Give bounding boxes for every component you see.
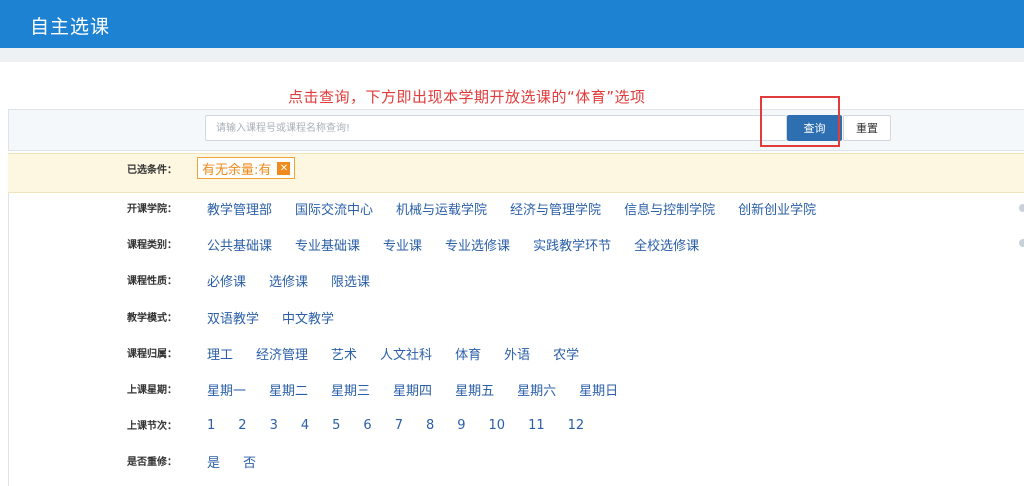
filter-option[interactable]: 3 <box>270 418 278 433</box>
filter-option[interactable]: 外语 <box>504 344 530 363</box>
filter-option[interactable]: 星期日 <box>579 380 618 399</box>
filter-option[interactable]: 星期五 <box>455 380 494 399</box>
query-button[interactable]: 查询 <box>787 115 842 141</box>
filter-row: 课程性质： 必修课 选修课 限选课 <box>0 268 1024 292</box>
filter-options: 教学管理部 国际交流中心 机械与运载学院 经济与管理学院 信息与控制学院 创新创业学院 <box>207 196 839 220</box>
filter-option[interactable]: 中文教学 <box>282 308 334 327</box>
page-title: 自主选课 <box>30 16 111 38</box>
selected-conditions-label: 已选条件： <box>127 165 177 176</box>
filter-option[interactable]: 专业基础课 <box>295 235 360 254</box>
filter-option[interactable]: 12 <box>568 418 585 433</box>
filter-options: 是否 <box>207 449 279 473</box>
filter-row: 课程归属： 理工 经济管理 艺术 人文社科 体育 外语 农学 <box>0 341 1024 365</box>
filter-option[interactable]: 双语教学 <box>207 308 259 327</box>
filter-option[interactable]: 4 <box>301 418 309 433</box>
filter-option[interactable]: 农学 <box>553 344 579 363</box>
filter-option[interactable]: 国际交流中心 <box>295 199 373 218</box>
filter-option[interactable]: 经济管理 <box>256 344 308 363</box>
reset-button[interactable]: 重置 <box>843 115 891 141</box>
filter-option[interactable]: 2 <box>238 418 246 433</box>
filter-option[interactable]: 星期四 <box>393 380 432 399</box>
filter-option[interactable]: 限选课 <box>331 271 370 290</box>
filter-row: 上课星期： 星期一 星期二 星期三 星期四 星期五 星期六 星期日 <box>0 377 1024 401</box>
filter-option[interactable]: 实践教学环节 <box>533 235 611 254</box>
filter-label: 课程性质： <box>127 276 177 287</box>
filter-label: 课程归属： <box>127 349 177 360</box>
filter-row: 教学模式： 双语教学 中文教学 <box>0 305 1024 329</box>
close-icon[interactable]: ✕ <box>277 161 291 175</box>
filter-option[interactable]: 理工 <box>207 344 233 363</box>
filter-label: 上课星期： <box>127 385 177 396</box>
filter-label: 是否重修： <box>127 457 177 468</box>
filter-option[interactable]: 星期一 <box>207 380 246 399</box>
filter-option[interactable]: 5 <box>332 418 340 433</box>
filter-label: 上课节次： <box>127 421 177 432</box>
filter-option[interactable]: 机械与运载学院 <box>396 199 487 218</box>
filter-option[interactable]: 10 <box>489 418 506 433</box>
filter-option[interactable]: 全校选修课 <box>634 235 699 254</box>
filter-option[interactable]: 公共基础课 <box>207 235 272 254</box>
instruction-annotation: 点击查询，下方即出现本学期开放选课的“体育”选项 <box>288 88 646 106</box>
filter-option[interactable]: 11 <box>528 418 545 433</box>
filter-option[interactable]: 信息与控制学院 <box>624 199 715 218</box>
header-divider-strip <box>0 48 1024 62</box>
top-header-bar: 自主选课 <box>0 0 1024 48</box>
filter-row: 上课节次： 1 2 3 4 5 6 7 8 9 10 11 12 <box>0 413 1024 437</box>
filter-option[interactable]: 6 <box>363 418 371 433</box>
filter-row: 是否重修：是否 <box>0 449 1024 473</box>
filter-option[interactable]: 人文社科 <box>380 344 432 363</box>
filter-options: 必修课 选修课 限选课 <box>207 268 393 292</box>
filter-options: 理工 经济管理 艺术 人文社科 体育 外语 农学 <box>207 341 602 365</box>
filter-label: 课程类别： <box>127 240 177 251</box>
filter-options: 1 2 3 4 5 6 7 8 9 10 11 12 <box>207 413 607 437</box>
filter-option[interactable]: 专业选修课 <box>445 235 510 254</box>
filter-option[interactable]: 选修课 <box>269 271 308 290</box>
filter-option[interactable]: 是 <box>207 452 220 471</box>
filter-option[interactable]: 星期二 <box>269 380 308 399</box>
filter-option[interactable]: 8 <box>426 418 434 433</box>
filter-label: 教学模式： <box>127 313 177 324</box>
filter-option[interactable]: 否 <box>243 452 256 471</box>
filter-options: 公共基础课 专业基础课 专业课 专业选修课 实践教学环节 全校选修课 <box>207 232 722 256</box>
selected-condition-chip: 有无余量:有 ✕ <box>197 157 296 179</box>
filter-option[interactable]: 专业课 <box>383 235 422 254</box>
filter-options: 双语教学 中文教学 <box>207 305 357 329</box>
filter-option[interactable]: 1 <box>207 418 215 433</box>
filter-option[interactable]: 星期三 <box>331 380 370 399</box>
filter-label: 开课学院： <box>127 204 177 215</box>
filter-row: 课程类别： 公共基础课 专业基础课 专业课 专业选修课 实践教学环节 全校选修课 <box>0 232 1024 256</box>
filter-option[interactable]: 必修课 <box>207 271 246 290</box>
course-search-input[interactable] <box>205 115 787 141</box>
filter-option[interactable]: 7 <box>395 418 403 433</box>
filter-row: 开课学院： 教学管理部 国际交流中心 机械与运载学院 经济与管理学院 信息与控制学院 创新创… <box>0 196 1024 220</box>
filter-options: 星期一 星期二 星期三 星期四 星期五 星期六 星期日 <box>207 377 641 401</box>
filter-option[interactable]: 9 <box>457 418 465 433</box>
filter-option[interactable]: 体育 <box>455 344 481 363</box>
filter-option[interactable]: 创新创业学院 <box>738 199 816 218</box>
filter-option[interactable]: 经济与管理学院 <box>510 199 601 218</box>
filter-option[interactable]: 艺术 <box>331 344 357 363</box>
filter-option[interactable]: 星期六 <box>517 380 556 399</box>
chip-text: 有无余量:有 <box>202 162 272 178</box>
filter-option[interactable]: 教学管理部 <box>207 199 272 218</box>
